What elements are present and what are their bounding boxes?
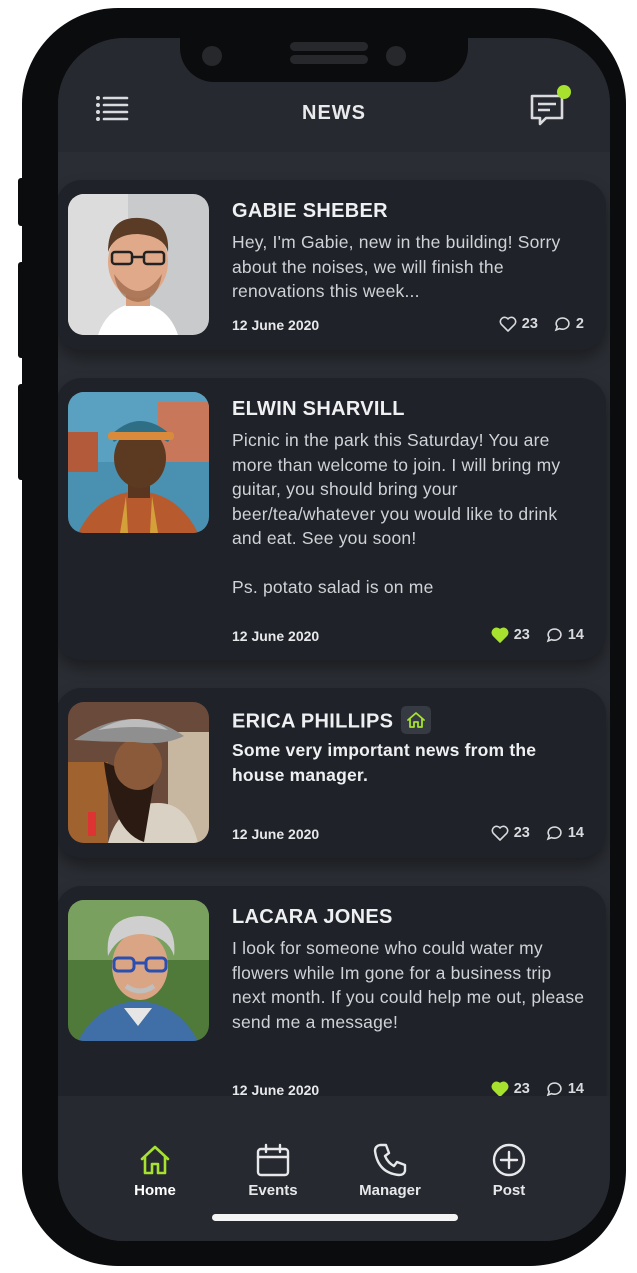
comment-count: 14 (567, 825, 584, 841)
author-name: ELWIN SHARVILL (232, 398, 405, 420)
comment-button[interactable]: 14 (546, 1081, 584, 1096)
avatar (68, 392, 209, 533)
heart-filled-icon (491, 1081, 509, 1096)
like-count: 23 (513, 627, 530, 643)
like-button[interactable]: 23 (499, 316, 538, 332)
plus-circle-icon (492, 1143, 526, 1177)
post-stats: 23 14 (491, 825, 584, 841)
author-name: ERICA PHILLIPS (232, 706, 432, 736)
tab-label: Home (134, 1182, 176, 1199)
side-button (18, 384, 26, 480)
like-button[interactable]: 23 (491, 1081, 530, 1096)
author-name-text: ERICA PHILLIPS (232, 710, 394, 733)
post-text: Picnic in the park this Saturday! You ar… (232, 430, 561, 597)
news-card[interactable]: ERICA PHILLIPS Some very important news … (58, 688, 606, 858)
tab-post[interactable]: Post (464, 1142, 554, 1199)
post-text: I look for someone who could water my fl… (232, 938, 585, 1032)
avatar (68, 900, 209, 1041)
heart-outline-icon (499, 316, 517, 332)
tab-label: Manager (359, 1182, 421, 1199)
post-date: 12 June 2020 (232, 1082, 320, 1096)
post-date: 12 June 2020 (232, 628, 320, 644)
post-text: Some very important news from the house … (232, 740, 537, 785)
tab-label: Events (248, 1182, 298, 1199)
comment-icon (546, 826, 562, 841)
author-name: GABIE SHEBER (232, 200, 388, 222)
avatar (68, 194, 209, 335)
comment-button[interactable]: 14 (546, 627, 584, 643)
author-name: LACARA JONES (232, 906, 393, 928)
comment-icon (546, 1082, 562, 1096)
news-card[interactable]: GABIE SHEBER Hey, I'm Gabie, new in the … (58, 180, 606, 350)
post-date: 12 June 2020 (232, 826, 320, 842)
tab-manager[interactable]: Manager (345, 1142, 435, 1199)
notch (180, 38, 468, 82)
news-card[interactable]: LACARA JONES I look for someone who coul… (58, 886, 606, 1096)
phone-icon (373, 1143, 407, 1177)
phone-screen: NEWS GABIE SHEBER Hey, I'm Gabie, new in… (58, 38, 610, 1241)
house-icon (407, 712, 426, 728)
tab-label: Post (492, 1182, 526, 1199)
post-stats: 23 14 (491, 627, 584, 643)
comment-icon (554, 317, 570, 332)
like-count: 23 (513, 1081, 530, 1096)
comment-icon (546, 628, 562, 643)
like-button[interactable]: 23 (491, 627, 530, 643)
comment-count: 2 (575, 316, 584, 332)
news-card[interactable]: ELWIN SHARVILL Picnic in the park this S… (58, 378, 606, 660)
post-date: 12 June 2020 (232, 317, 320, 333)
like-count: 23 (521, 316, 538, 332)
post-text: Hey, I'm Gabie, new in the building! Sor… (232, 232, 561, 301)
comment-button[interactable]: 2 (554, 316, 584, 332)
comment-count: 14 (567, 627, 584, 643)
home-icon (140, 1145, 170, 1175)
like-button[interactable]: 23 (491, 825, 530, 841)
side-button (18, 178, 26, 226)
calendar-icon (256, 1143, 290, 1177)
comment-count: 14 (567, 1081, 584, 1096)
heart-filled-icon (491, 627, 509, 643)
news-feed[interactable]: GABIE SHEBER Hey, I'm Gabie, new in the … (58, 152, 610, 1096)
home-indicator[interactable] (212, 1214, 458, 1221)
post-stats: 23 14 (491, 1081, 584, 1096)
avatar (68, 702, 209, 843)
house-manager-badge (401, 706, 432, 734)
like-count: 23 (513, 825, 530, 841)
comment-button[interactable]: 14 (546, 825, 584, 841)
tab-events[interactable]: Events (228, 1142, 318, 1199)
side-button (18, 262, 26, 358)
post-stats: 23 2 (499, 316, 584, 332)
heart-outline-icon (491, 825, 509, 841)
chat-notification-icon[interactable] (528, 84, 574, 130)
tab-home[interactable]: Home (110, 1142, 200, 1199)
